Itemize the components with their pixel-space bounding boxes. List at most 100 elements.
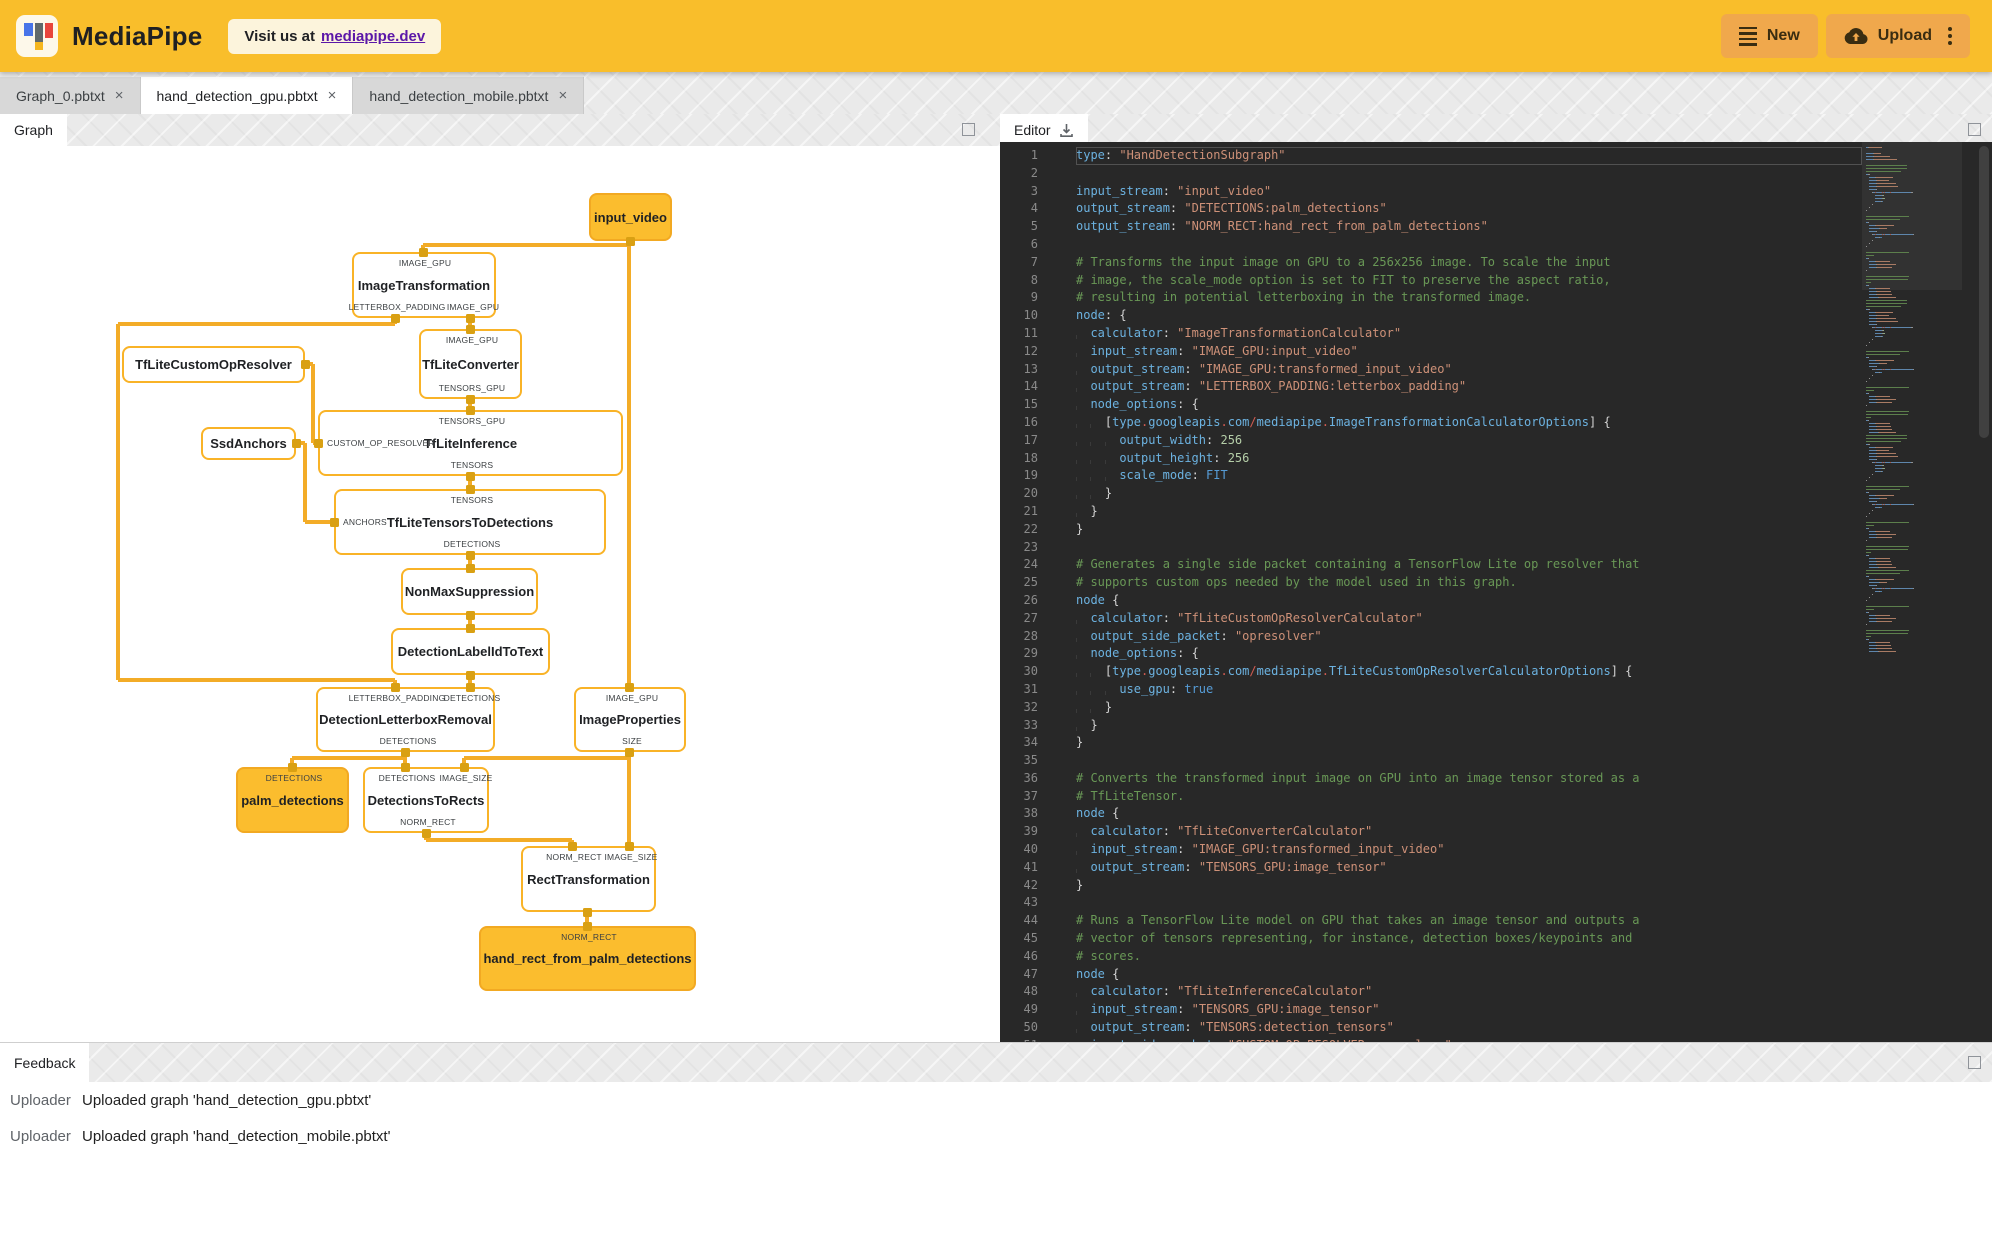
code-line: node { <box>1076 592 1862 610</box>
minimap-token <box>1868 527 1870 530</box>
code-token: googleapis <box>1148 664 1221 679</box>
graph-canvas[interactable]: input_video ImageTransformation IMAGE_GPU L… <box>0 146 1000 1042</box>
code-token: # scores. <box>1076 948 1142 963</box>
minimap-token <box>1911 326 1913 329</box>
node-input_video[interactable]: input_video <box>589 193 672 241</box>
more-options-icon[interactable] <box>1948 27 1952 45</box>
node-DetectionLabelIdToText[interactable]: DetectionLabelIdToText <box>391 628 550 675</box>
line-number: 10 <box>1023 308 1038 323</box>
file-tab-label: hand_detection_mobile.pbtxt <box>369 87 549 104</box>
code-token: } <box>1090 717 1098 732</box>
upload-button[interactable]: Upload <box>1825 14 1970 58</box>
node-TfLiteTensorsToDetections[interactable]: TfLiteTensorsToDetections TENSORS DETECTIO… <box>334 489 606 555</box>
code-area[interactable]: type: "HandDetectionSubgraph" input_strea… <box>1048 142 1862 1042</box>
node-TfLiteInference[interactable]: TfLiteInference TENSORS_GPU TENSORS CUSTOM_… <box>318 410 623 476</box>
minimap-token <box>1875 422 1891 425</box>
line-number: 37 <box>1023 788 1038 803</box>
code-token: mediapipe <box>1256 664 1322 679</box>
minimap-token <box>1866 167 1907 170</box>
new-button-label: New <box>1766 27 1800 44</box>
code-line: [type.googleapis.com/mediapipe.ImageTran… <box>1076 414 1862 432</box>
code-token: : <box>1162 610 1178 625</box>
code-line: output_stream: "NORM_RECT:hand_rect_from… <box>1076 218 1862 236</box>
minimap-token <box>1872 239 1873 242</box>
minimap-token <box>1872 473 1873 476</box>
tab-close-icon[interactable]: × <box>558 88 567 103</box>
minimap[interactable] <box>1866 146 1950 653</box>
graph-edge <box>118 322 395 326</box>
tab-close-icon[interactable]: × <box>115 88 124 103</box>
code-token: scale_mode <box>1119 468 1192 483</box>
minimap-token <box>1891 233 1913 236</box>
code-line: output_stream: "TENSORS_GPU:image_tensor… <box>1076 859 1862 877</box>
node-hand_rect_from_palm_detections[interactable]: hand_rect_from_palm_detections NORM_RECT <box>479 926 696 991</box>
minimap-token <box>1875 224 1895 227</box>
node-DetectionsToRects[interactable]: DetectionsToRects DETECTIONS IMAGE_SIZE NOR… <box>363 767 492 833</box>
line-number: 39 <box>1023 824 1038 839</box>
node-palm_detections[interactable]: palm_detections DETECTIONS <box>236 767 349 833</box>
minimap-token <box>1881 200 1884 203</box>
minimap-token <box>1866 164 1907 167</box>
port-connector <box>300 359 310 369</box>
node-RectTransformation[interactable]: RectTransformation NORM_RECT IMAGE_SIZE <box>521 846 657 912</box>
code-token: } <box>1104 486 1113 501</box>
minimap-token <box>1874 155 1890 158</box>
input-port-label: NORM_RECT <box>561 932 617 942</box>
expand-feedback-panel-icon[interactable] <box>1968 1056 1981 1069</box>
output-port-label: NORM_RECT <box>400 817 456 827</box>
graph-edge <box>627 752 631 846</box>
node-DetectionLetterboxRemoval[interactable]: DetectionLetterboxRemoval LETTERBOX_PADDI… <box>316 687 500 752</box>
minimap-token <box>1876 449 1890 452</box>
tab-graph[interactable]: Graph <box>0 114 67 146</box>
node-SsdAnchors[interactable]: SsdAnchors <box>201 427 296 460</box>
port-connector <box>567 841 577 851</box>
tab-feedback[interactable]: Feedback <box>0 1043 90 1083</box>
node-title: NonMaxSuppression <box>404 584 535 599</box>
expand-graph-panel-icon[interactable] <box>962 123 975 136</box>
minimap-token <box>1875 194 1882 197</box>
line-number: 21 <box>1023 503 1038 518</box>
node-ImageProperties[interactable]: ImageProperties IMAGE_GPU SIZE <box>574 687 686 752</box>
code-token: "HandDetectionSubgraph" <box>1119 148 1286 162</box>
new-button[interactable]: New <box>1720 14 1818 58</box>
graph-edge <box>118 678 395 682</box>
node-TfLiteCustomOpResolver[interactable]: TfLiteCustomOpResolver <box>122 346 305 383</box>
code-token: type <box>1112 664 1142 679</box>
code-token: : <box>1162 984 1178 999</box>
code-token: : <box>1184 1020 1199 1035</box>
editor-scrollbar[interactable] <box>1979 146 1989 438</box>
minimap-token <box>1875 230 1878 233</box>
line-number: 27 <box>1023 610 1038 625</box>
minimap-token <box>1869 185 1877 188</box>
code-token: output_stream <box>1090 379 1185 394</box>
port-connector <box>313 438 323 448</box>
graph-edge <box>423 243 630 247</box>
expand-editor-panel-icon[interactable] <box>1968 123 1981 136</box>
tab-close-icon[interactable]: × <box>328 88 337 103</box>
file-tab-hand_detection_mobile.pbtxt[interactable]: hand_detection_mobile.pbtxt × <box>353 77 585 114</box>
minimap-token <box>1869 242 1870 245</box>
minimap-token <box>1877 401 1892 404</box>
code-editor[interactable]: 1 2 3 4 5 6 7 8 9 10 11 12 13 14 15 16 17 18 19 20 21 22 23 24 2… <box>1000 142 1992 1042</box>
node-TfLiteConverter[interactable]: TfLiteConverter IMAGE_GPU TENSORS_GPU <box>419 329 522 399</box>
minimap-token <box>1875 188 1878 191</box>
file-tab-Graph_0.pbtxt[interactable]: Graph_0.pbtxt × <box>0 77 141 114</box>
code-line: # Generates a single side packet contain… <box>1076 556 1862 574</box>
code-line: node { <box>1076 805 1862 823</box>
minimap-token <box>1869 293 1877 296</box>
code-token: "IMAGE_GPU:input_video" <box>1191 343 1358 358</box>
minimap-token <box>1874 158 1898 161</box>
code-token: node <box>1076 592 1105 607</box>
node-title: SsdAnchors <box>210 436 287 451</box>
code-token: } <box>1076 521 1084 536</box>
node-ImageTransformation[interactable]: ImageTransformation IMAGE_GPU LETTERBOX_PA… <box>348 252 499 318</box>
code-line: } <box>1076 717 1862 735</box>
node-NonMaxSuppression[interactable]: NonMaxSuppression <box>401 568 538 615</box>
minimap-token <box>1866 152 1873 155</box>
file-tab-hand_detection_gpu.pbtxt[interactable]: hand_detection_gpu.pbtxt × <box>140 77 354 114</box>
output-port-label: LETTERBOX_PADDING <box>348 302 446 312</box>
download-icon[interactable] <box>1059 123 1074 138</box>
minimap-token <box>1866 569 1909 572</box>
mediapipe-dev-link[interactable]: mediapipe.dev <box>321 28 425 45</box>
code-token: output_stream <box>1076 201 1170 216</box>
